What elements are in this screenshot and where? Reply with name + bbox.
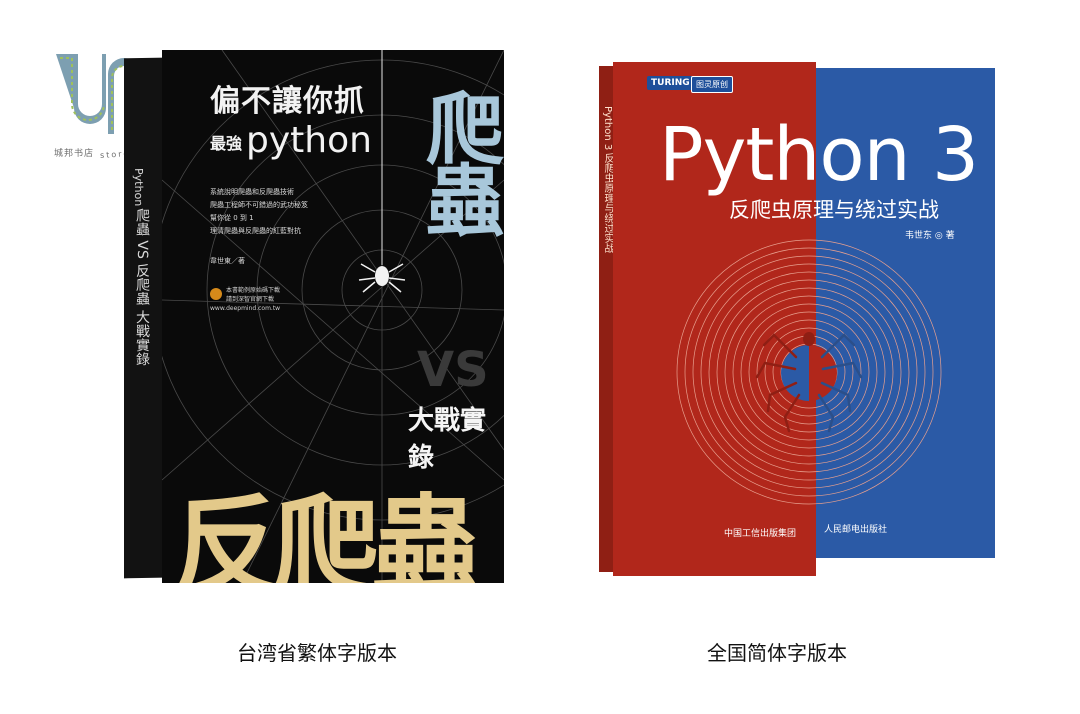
cover-download-note: 本書範例原始碼下載 請到深智官網下載 www.deepmind.com.tw [210, 286, 280, 313]
download-line: 請到深智官網下載 [226, 296, 275, 303]
cover-top-title: 偏不讓你抓 [210, 84, 365, 119]
turing-original-badge: 图灵原创 [691, 76, 733, 93]
bullet-item: 爬蟲工程師不可錯過的武功秘笈 [210, 201, 308, 209]
book-cover-simplified: Python 3 反爬虫原理与绕过实战 TURING 图灵原创 Python 3… [599, 62, 999, 576]
publisher-group-label: 中国工信出版集团 [724, 529, 797, 539]
cover-python-prefix: 最強 [210, 134, 243, 153]
cover-bullet-list: 系統說明爬蟲和反爬蟲技術 爬蟲工程師不可錯過的武功秘笈 幫你從 0 到 1 理清… [210, 186, 308, 238]
bullet-item: 理清爬蟲與反爬蟲的紅藍對抗 [210, 227, 301, 235]
cover-subtitle: 反爬虫原理与绕过实战 [729, 198, 939, 222]
cover-vs: VS [417, 342, 489, 398]
bullet-item: 系統說明爬蟲和反爬蟲技術 [210, 188, 294, 196]
publisher-label: 人民邮电出版社 [824, 525, 888, 535]
spine-title-text: 爬蟲 VS 反爬蟲 大戰實錄 [134, 207, 150, 367]
cover-anti-crawl-title: 反爬蟲 [172, 485, 480, 583]
download-line: 本書範例原始碼下載 [226, 287, 281, 294]
download-url: www.deepmind.com.tw [210, 305, 281, 312]
book-front-cover: 偏不讓你抓 最強 python 系統說明爬蟲和反爬蟲技術 爬蟲工程師不可錯過的武… [162, 50, 504, 583]
download-icon [210, 288, 222, 300]
book-spine: Python 爬蟲 VS 反爬蟲 大戰實錄 [124, 57, 164, 579]
caption-traditional-edition: 台湾省繁体字版本 [237, 641, 397, 665]
bullet-item: 幫你從 0 到 1 [210, 214, 254, 222]
turing-badge: TURING [647, 76, 694, 90]
cover-big-crawl-title: 爬蟲 [413, 88, 503, 232]
spine-python-text: Python [132, 167, 145, 207]
caption-simplified-edition: 全国简体字版本 [707, 641, 847, 665]
cover-python-word: python [246, 120, 372, 161]
logo-subtitle: 城邦书店 [54, 149, 95, 159]
concentric-rings-spider-graphic [676, 239, 942, 505]
cover-title: Python 3 [659, 112, 979, 198]
book-cover-traditional: Python 爬蟲 VS 反爬蟲 大戰實錄 偏不讓你抓 最強 python 系統… [124, 50, 504, 583]
cover-author: 韋世東／著 [210, 257, 245, 265]
